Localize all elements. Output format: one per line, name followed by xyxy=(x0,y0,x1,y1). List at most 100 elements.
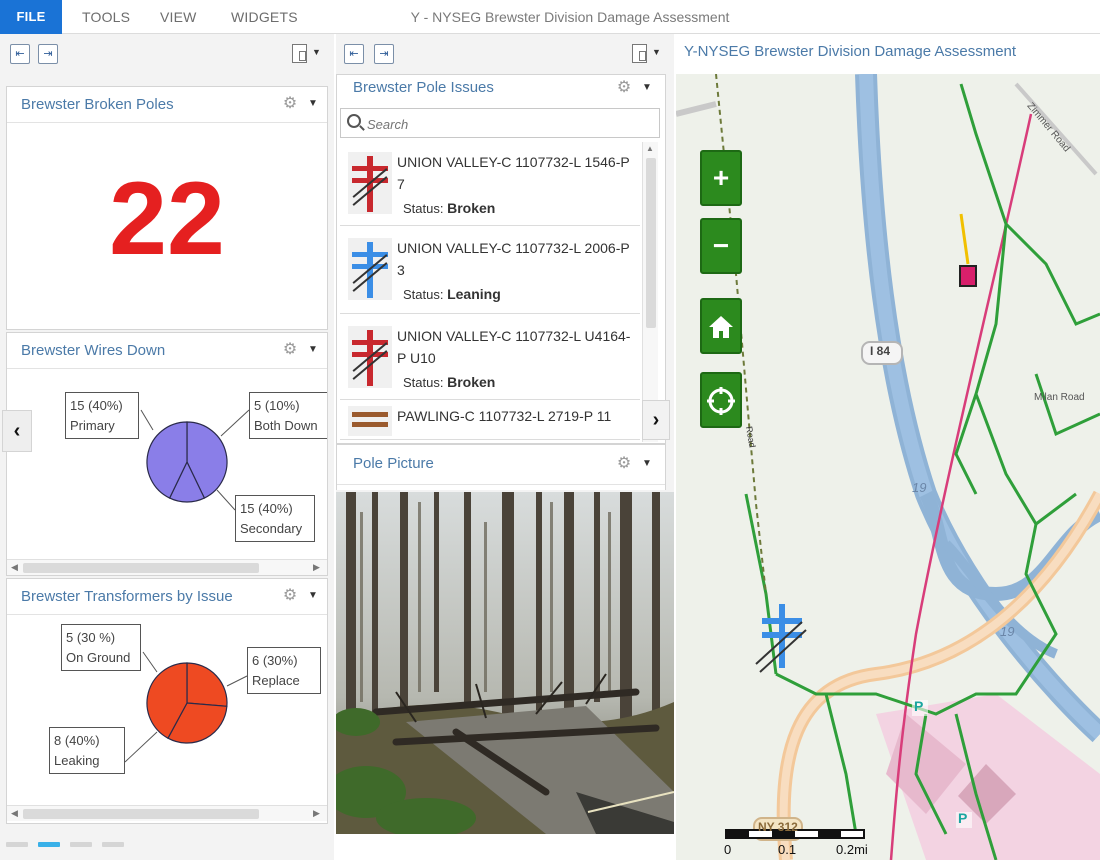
expand-left-icon[interactable]: ⇤ xyxy=(10,44,30,64)
list-item-title: UNION VALLEY-C 1107732-L 2006-P 3 xyxy=(397,240,630,278)
map-marker-icon[interactable] xyxy=(959,265,977,287)
vertical-scrollbar[interactable]: ▲ xyxy=(642,142,658,442)
pie-callout-on-ground: 5 (30 %) On Ground xyxy=(61,624,141,671)
callout-name: Leaking xyxy=(54,752,100,768)
leader-line-leaking xyxy=(124,731,158,763)
scroll-up-icon[interactable]: ▲ xyxy=(646,144,654,153)
panel-header: Brewster Pole Issues ⚙ ▼ xyxy=(337,75,665,105)
map-view[interactable]: Zimmer Road Milan Road I 84 19 19 NY 312… xyxy=(676,74,1100,860)
horizontal-scrollbar[interactable]: ◀ ▶ xyxy=(7,559,327,575)
callout-name: Both Down xyxy=(254,417,318,433)
pole-icon xyxy=(348,406,392,436)
expand-left-icon[interactable]: ⇤ xyxy=(344,44,364,64)
chevron-down-icon[interactable]: ▼ xyxy=(308,590,318,601)
left-column-toolbar: ⇤ ⇥ ▼ xyxy=(0,34,334,74)
expand-right-icon[interactable]: ⇥ xyxy=(38,44,58,64)
panel-header: Brewster Wires Down ⚙ ▼ xyxy=(7,333,327,369)
list-item-status: Status: Broken xyxy=(403,374,495,390)
horizontal-scrollbar[interactable]: ◀ ▶ xyxy=(7,805,327,821)
layout-menu-icon[interactable]: ▼ xyxy=(292,44,322,64)
list-item[interactable]: PAWLING-C 1107732-L 2719-P 11 xyxy=(340,402,640,440)
pie-slice-on-ground[interactable] xyxy=(186,662,228,707)
panel-header: Pole Picture ⚙ ▼ xyxy=(337,445,665,485)
app-title: Y - NYSEG Brewster Division Damage Asses… xyxy=(410,9,730,25)
scale-tick-0: 0 xyxy=(724,842,732,857)
page-dot[interactable] xyxy=(102,842,124,847)
list-item-title: UNION VALLEY-C 1107732-L U4164-P U10 xyxy=(397,328,631,366)
zoom-in-button[interactable]: + xyxy=(700,150,742,206)
scroll-left-icon[interactable]: ◀ xyxy=(11,562,18,573)
list-item[interactable]: UNION VALLEY-C 1107732-L U4164-P U10 Sta… xyxy=(340,316,640,400)
home-icon xyxy=(709,316,733,338)
gear-icon[interactable]: ⚙ xyxy=(281,341,299,359)
broken-pole-icon xyxy=(348,326,392,388)
callout-value: 5 (10%) xyxy=(254,398,300,413)
search-input[interactable] xyxy=(367,113,647,135)
plus-icon: + xyxy=(712,162,730,193)
menu-file[interactable]: FILE xyxy=(0,0,62,34)
status-label: Status: xyxy=(403,201,444,216)
previous-arrow-icon[interactable]: ‹ xyxy=(2,410,32,452)
panel-title: Pole Picture xyxy=(353,455,434,472)
gear-icon[interactable]: ⚙ xyxy=(615,455,633,473)
leader-line-both-down xyxy=(220,409,250,437)
next-arrow-icon[interactable]: › xyxy=(642,400,670,440)
menu-tools[interactable]: TOOLS xyxy=(82,0,130,34)
chevron-down-icon[interactable]: ▼ xyxy=(642,82,652,93)
list-item-status: Status: Leaning xyxy=(403,286,501,302)
scroll-thumb[interactable] xyxy=(646,158,656,328)
search-box[interactable] xyxy=(340,108,660,138)
scale-tick-2: 0.2mi xyxy=(836,842,868,857)
page-dot[interactable] xyxy=(6,842,28,847)
scroll-left-icon[interactable]: ◀ xyxy=(11,808,18,819)
page-dot-active[interactable] xyxy=(38,842,60,847)
panel-title: Brewster Wires Down xyxy=(21,342,166,359)
map-label-route: NY 312 xyxy=(758,820,798,834)
chevron-down-icon[interactable]: ▼ xyxy=(308,344,318,355)
scroll-right-icon[interactable]: ▶ xyxy=(313,808,320,819)
scroll-right-icon[interactable]: ▶ xyxy=(313,562,320,573)
list-item[interactable]: UNION VALLEY-C 1107732-L 2006-P 3 Status… xyxy=(340,228,640,314)
menu-view[interactable]: VIEW xyxy=(160,0,197,34)
chevron-down-icon[interactable]: ▼ xyxy=(642,458,652,469)
menu-widgets[interactable]: WIDGETS xyxy=(231,0,298,34)
minus-icon: − xyxy=(712,230,730,261)
locate-button[interactable] xyxy=(700,372,742,428)
broken-poles-panel: Brewster Broken Poles ⚙ ▼ 22 xyxy=(6,86,328,330)
list-item-title: PAWLING-C 1107732-L 2719-P 11 xyxy=(397,408,612,424)
map-label-parking: P xyxy=(958,810,968,826)
left-column: ⇤ ⇥ ▼ Brewster Broken Poles ⚙ ▼ 22 Brews… xyxy=(0,34,334,860)
pie-callout-both-down: 5 (10%) Both Down xyxy=(249,392,327,439)
transformers-panel: Brewster Transformers by Issue ⚙ ▼ 5 (30… xyxy=(6,578,328,824)
callout-value: 15 (40%) xyxy=(70,398,123,413)
home-button[interactable] xyxy=(700,298,742,354)
status-label: Status: xyxy=(403,375,444,390)
list-item[interactable]: UNION VALLEY-C 1107732-L 1546-P 7 Status… xyxy=(340,142,640,226)
expand-right-icon[interactable]: ⇥ xyxy=(374,44,394,64)
layout-menu-icon[interactable]: ▼ xyxy=(632,44,662,64)
callout-value: 15 (40%) xyxy=(240,501,293,516)
scroll-thumb[interactable] xyxy=(23,563,259,573)
gear-icon[interactable]: ⚙ xyxy=(615,79,633,97)
callout-name: Primary xyxy=(70,417,115,433)
menu-bar: FILE TOOLS VIEW WIDGETS Y - NYSEG Brewst… xyxy=(0,0,1100,34)
leader-line-secondary xyxy=(216,489,236,511)
status-value: Broken xyxy=(447,374,496,390)
panel-header: Brewster Transformers by Issue ⚙ ▼ xyxy=(7,579,327,615)
panel-header: Brewster Broken Poles ⚙ ▼ xyxy=(7,87,327,123)
map-label-route: 19 xyxy=(912,480,927,495)
list-item-status: Status: Broken xyxy=(403,200,495,216)
pie-callout-leaking: 8 (40%) Leaking xyxy=(49,727,125,774)
chevron-down-icon[interactable]: ▼ xyxy=(308,98,318,109)
list-item-title: UNION VALLEY-C 1107732-L 1546-P 7 xyxy=(397,154,630,192)
gear-icon[interactable]: ⚙ xyxy=(281,95,299,113)
callout-name: Secondary xyxy=(240,520,303,536)
broken-poles-count: 22 xyxy=(109,161,225,277)
transformers-pie-chart xyxy=(124,651,248,763)
map-column: Y-NYSEG Brewster Division Damage Assessm… xyxy=(676,34,1100,860)
scroll-thumb[interactable] xyxy=(23,809,259,819)
page-dot[interactable] xyxy=(70,842,92,847)
zoom-out-button[interactable]: − xyxy=(700,218,742,274)
gear-icon[interactable]: ⚙ xyxy=(281,587,299,605)
map-label-highway: I 84 xyxy=(870,344,891,358)
